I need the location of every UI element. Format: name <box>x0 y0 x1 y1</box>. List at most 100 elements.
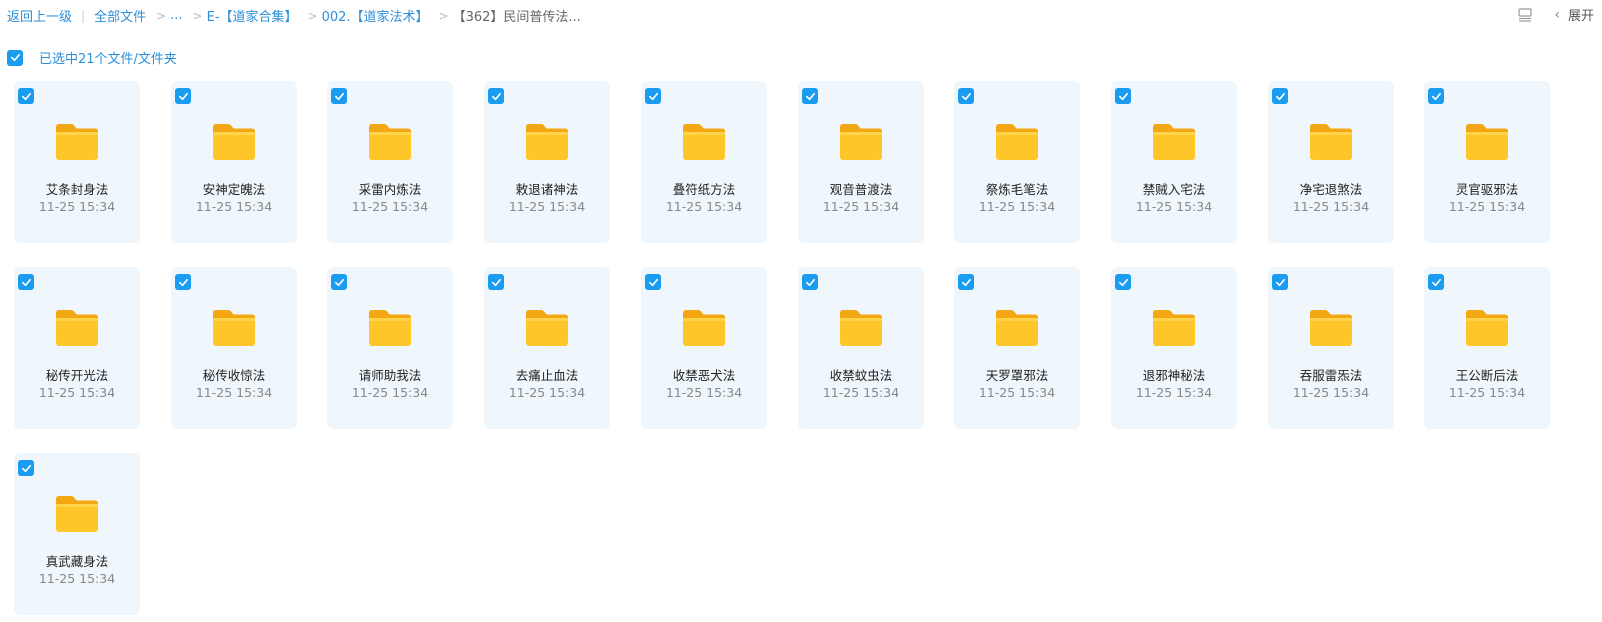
item-checkbox[interactable] <box>331 88 347 104</box>
item-checkbox[interactable] <box>958 88 974 104</box>
check-icon <box>491 278 501 286</box>
list-view-icon[interactable] <box>1518 7 1532 22</box>
breadcrumb-item-collection[interactable]: E-【道家合集】 <box>207 6 298 25</box>
check-icon <box>648 92 658 100</box>
folder-name: 安神定魄法 <box>202 182 266 197</box>
folder-name: 天罗罩邪法 <box>985 368 1049 383</box>
folder-date: 11-25 15:34 <box>665 199 743 214</box>
chevron-right-icon: > <box>156 8 167 23</box>
item-checkbox[interactable] <box>1272 88 1288 104</box>
folder-icon <box>838 308 884 348</box>
folder-card[interactable]: 天罗罩邪法 11-25 15:34 <box>954 267 1080 429</box>
item-checkbox[interactable] <box>18 460 34 476</box>
folder-card[interactable]: 王公断后法 11-25 15:34 <box>1424 267 1550 429</box>
folder-icon <box>367 122 413 162</box>
check-icon <box>648 278 658 286</box>
check-icon <box>1275 92 1285 100</box>
top-bar: 返回上一级 | 全部文件 > ... > E-【道家合集】 > 002.【道家法… <box>0 0 1602 30</box>
folder-card[interactable]: 安神定魄法 11-25 15:34 <box>171 81 297 243</box>
view-controls: ‹ 展开 <box>1518 5 1594 24</box>
folder-card[interactable]: 采雷内炼法 11-25 15:34 <box>327 81 453 243</box>
folder-card[interactable]: 敕退诸神法 11-25 15:34 <box>484 81 610 243</box>
check-icon <box>1118 92 1128 100</box>
folder-card[interactable]: 收禁蚊虫法 11-25 15:34 <box>798 267 924 429</box>
item-checkbox[interactable] <box>1428 274 1444 290</box>
item-checkbox[interactable] <box>645 274 661 290</box>
folder-card[interactable]: 收禁恶犬法 11-25 15:34 <box>641 267 767 429</box>
folder-card[interactable]: 真武藏身法 11-25 15:34 <box>14 453 140 615</box>
folder-date: 11-25 15:34 <box>38 571 116 586</box>
item-checkbox[interactable] <box>1115 274 1131 290</box>
item-checkbox[interactable] <box>802 88 818 104</box>
folder-name: 收禁蚊虫法 <box>829 368 893 383</box>
chevron-right-icon: > <box>307 8 318 23</box>
folder-card[interactable]: 叠符纸方法 11-25 15:34 <box>641 81 767 243</box>
folder-card[interactable]: 秘传收惊法 11-25 15:34 <box>171 267 297 429</box>
folder-card[interactable]: 退邪神秘法 11-25 15:34 <box>1111 267 1237 429</box>
folder-card[interactable]: 请师助我法 11-25 15:34 <box>327 267 453 429</box>
folder-card[interactable]: 吞服雷炁法 11-25 15:34 <box>1268 267 1394 429</box>
item-checkbox[interactable] <box>958 274 974 290</box>
folder-name: 吞服雷炁法 <box>1299 368 1363 383</box>
folder-icon <box>524 122 570 162</box>
folder-icon <box>54 494 100 534</box>
folder-card[interactable]: 秘传开光法 11-25 15:34 <box>14 267 140 429</box>
folder-card[interactable]: 去痛止血法 11-25 15:34 <box>484 267 610 429</box>
item-checkbox[interactable] <box>802 274 818 290</box>
folder-card[interactable]: 净宅退煞法 11-25 15:34 <box>1268 81 1394 243</box>
folder-card[interactable]: 祭炼毛笔法 11-25 15:34 <box>954 81 1080 243</box>
item-checkbox[interactable] <box>488 274 504 290</box>
folder-icon <box>367 308 413 348</box>
folder-icon <box>1464 122 1510 162</box>
folder-date: 11-25 15:34 <box>822 199 900 214</box>
breadcrumb-item-ellipsis[interactable]: ... <box>170 8 182 23</box>
item-checkbox[interactable] <box>175 274 191 290</box>
item-checkbox[interactable] <box>331 274 347 290</box>
folder-card[interactable]: 禁贼入宅法 11-25 15:34 <box>1111 81 1237 243</box>
breadcrumb-current: 【362】民间普传法... <box>452 10 581 25</box>
folder-date: 11-25 15:34 <box>822 385 900 400</box>
breadcrumb-item-all-files[interactable]: 全部文件 <box>94 6 146 25</box>
folder-name: 王公断后法 <box>1455 368 1519 383</box>
folder-card[interactable]: 灵官驱邪法 11-25 15:34 <box>1424 81 1550 243</box>
folder-name: 退邪神秘法 <box>1142 368 1206 383</box>
expand-button[interactable]: ‹ 展开 <box>1554 5 1594 25</box>
back-link[interactable]: 返回上一级 <box>7 6 72 25</box>
check-icon <box>961 92 971 100</box>
folder-date: 11-25 15:34 <box>1292 199 1370 214</box>
select-all-checkbox[interactable] <box>7 49 23 66</box>
folder-name: 祭炼毛笔法 <box>985 182 1049 197</box>
folder-date: 11-25 15:34 <box>195 385 273 400</box>
folder-icon <box>1151 122 1197 162</box>
item-checkbox[interactable] <box>18 88 34 104</box>
check-icon <box>178 92 188 100</box>
folder-date: 11-25 15:34 <box>1135 385 1213 400</box>
item-checkbox[interactable] <box>645 88 661 104</box>
folder-date: 11-25 15:34 <box>508 385 586 400</box>
folder-icon <box>1308 308 1354 348</box>
folder-card[interactable]: 观音普渡法 11-25 15:34 <box>798 81 924 243</box>
check-icon <box>178 278 188 286</box>
item-checkbox[interactable] <box>1272 274 1288 290</box>
folder-date: 11-25 15:34 <box>978 385 1056 400</box>
chevron-right-icon: > <box>192 8 203 23</box>
item-checkbox[interactable] <box>1428 88 1444 104</box>
item-checkbox[interactable] <box>18 274 34 290</box>
item-checkbox[interactable] <box>175 88 191 104</box>
folder-card[interactable]: 艾条封身法 11-25 15:34 <box>14 81 140 243</box>
item-checkbox[interactable] <box>488 88 504 104</box>
folder-name: 请师助我法 <box>358 368 422 383</box>
selection-count: 已选中21个文件/文件夹 <box>39 52 177 67</box>
folder-date: 11-25 15:34 <box>38 385 116 400</box>
check-icon <box>1431 278 1441 286</box>
folder-name: 灵官驱邪法 <box>1455 182 1519 197</box>
folder-name: 敕退诸神法 <box>515 182 579 197</box>
folder-icon <box>681 122 727 162</box>
folder-date: 11-25 15:34 <box>38 199 116 214</box>
expand-label: 展开 <box>1567 9 1594 24</box>
folder-name: 禁贼入宅法 <box>1142 182 1206 197</box>
folder-date: 11-25 15:34 <box>978 199 1056 214</box>
breadcrumb-item-folder[interactable]: 002.【道家法术】 <box>322 6 429 25</box>
folder-date: 11-25 15:34 <box>1292 385 1370 400</box>
item-checkbox[interactable] <box>1115 88 1131 104</box>
